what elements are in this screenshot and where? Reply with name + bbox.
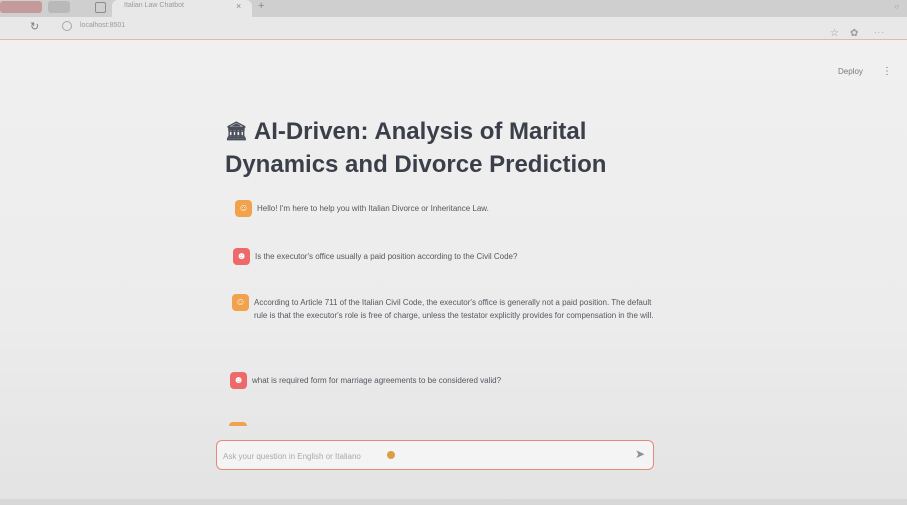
chat-input[interactable]	[221, 445, 625, 467]
chat-message-text: According to Article 711 of the Italian …	[254, 298, 654, 320]
browser-tab-title: Italian Law Chatbot	[124, 2, 184, 9]
tab-group-button[interactable]	[0, 1, 42, 13]
tab-search-button[interactable]	[48, 1, 70, 13]
user-icon: ☻	[230, 372, 247, 389]
chat-message-text: Is the executor's office usually a paid …	[255, 252, 518, 261]
chat-message-text: Hello! I'm here to help you with Italian…	[257, 204, 489, 213]
screen-bottom-edge	[0, 499, 907, 505]
bot-icon	[229, 422, 247, 426]
globe-icon	[387, 451, 395, 459]
new-tab-icon[interactable]: +	[258, 0, 264, 12]
site-info-icon[interactable]	[62, 21, 72, 31]
bot-icon: ☺	[232, 294, 249, 311]
chat-message-assistant: ☺ According to Article 711 of the Italia…	[232, 294, 657, 322]
app-menu-icon[interactable]: ⋮	[882, 66, 892, 77]
browser-address-bar: ↻ localhost:8501 ☆ ✿ ···	[0, 17, 907, 40]
chat-input-box[interactable]: ➤	[216, 440, 654, 470]
deploy-button[interactable]: Deploy	[838, 67, 863, 76]
user-icon: ☻	[233, 248, 250, 265]
screen: Italian Law Chatbot × + ○ ↻ localhost:85…	[0, 0, 907, 505]
page-title: 🏛 AI-Driven: Analysis of Marital Dynamics…	[225, 115, 645, 181]
chat-message-assistant: ☺ Hello! I'm here to help you with Itali…	[235, 200, 655, 217]
url-field[interactable]: localhost:8501	[80, 22, 125, 29]
browser-tab-strip: Italian Law Chatbot × + ○	[0, 0, 907, 17]
reload-icon[interactable]: ↻	[30, 20, 39, 33]
extensions-icon[interactable]: ✿	[850, 28, 858, 39]
bank-building-icon: 🏛	[225, 121, 248, 141]
browser-menu-icon[interactable]: ···	[874, 28, 885, 37]
streamlit-app: Deploy ⋮ 🏛 AI-Driven: Analysis of Marital…	[0, 40, 907, 505]
chat-message-user: ☻ what is required form for marriage agr…	[230, 372, 650, 389]
chat-message-user: ☻ Is the executor's office usually a pai…	[233, 248, 653, 265]
bookmark-star-icon[interactable]: ☆	[830, 28, 839, 39]
chat-message-text: what is required form for marriage agree…	[252, 376, 502, 385]
browser-tab-active[interactable]: Italian Law Chatbot ×	[112, 0, 252, 17]
close-tab-icon[interactable]: ×	[236, 1, 241, 11]
tab-overview-icon[interactable]	[95, 2, 106, 13]
page-title-text: AI-Driven: Analysis of Marital Dynamics …	[225, 118, 607, 178]
bot-icon: ☺	[235, 200, 252, 217]
send-icon[interactable]: ➤	[635, 447, 645, 461]
window-control-icon[interactable]: ○	[894, 2, 899, 11]
